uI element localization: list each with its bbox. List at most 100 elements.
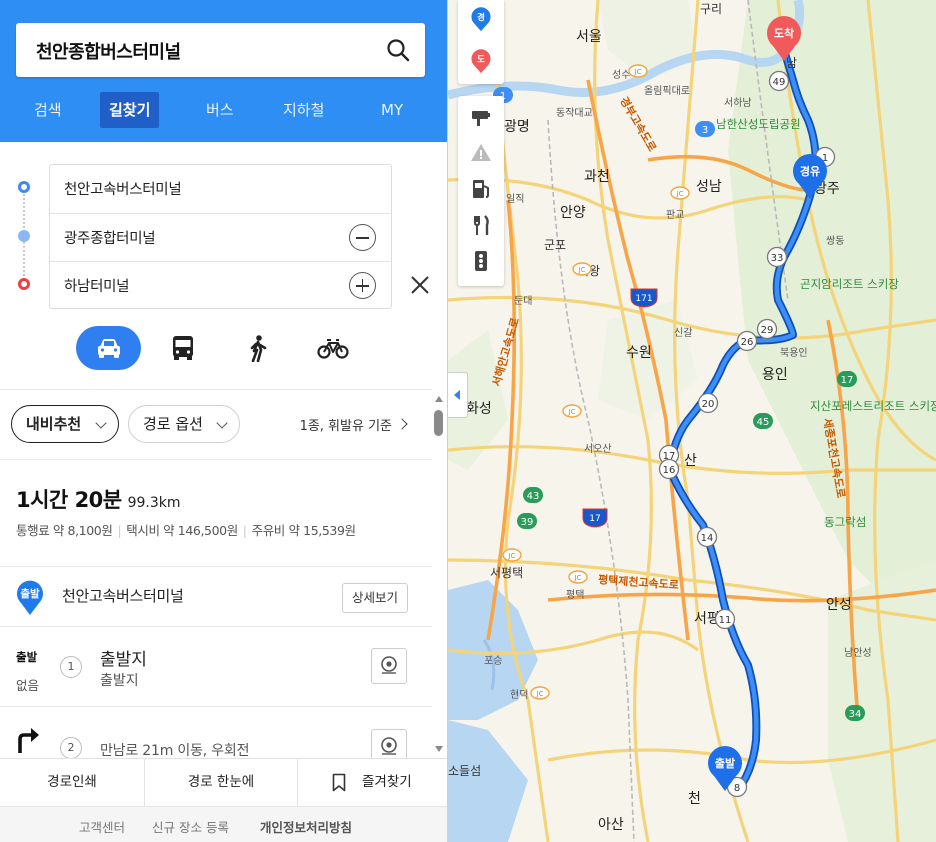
route-options-bar: 내비추천 경로 옵션 1종, 휘발유 기준 bbox=[0, 403, 432, 447]
route-overview-button[interactable]: 경로 한눈에 bbox=[145, 759, 297, 807]
map-place-label: 곤지암리조트 스키장 bbox=[800, 277, 899, 291]
route-step[interactable]: 출발 없음 1 출발지 출발지 bbox=[0, 627, 432, 707]
footer-link-support[interactable]: 고객센터 bbox=[79, 817, 125, 836]
search-input[interactable]: 천안종합버스터미널 bbox=[36, 38, 181, 64]
favorite-button[interactable]: 즐겨찾기 bbox=[298, 759, 447, 807]
collapse-panel-button[interactable] bbox=[448, 372, 468, 418]
junction-icon: JC bbox=[670, 186, 690, 200]
waypoint-via-input[interactable]: 광주종합터미널 bbox=[64, 227, 156, 248]
transport-modes bbox=[0, 326, 447, 370]
scroll-down-icon[interactable] bbox=[435, 746, 443, 752]
warning-icon[interactable] bbox=[468, 140, 494, 166]
search-box[interactable]: 천안종합버스터미널 bbox=[16, 23, 425, 77]
route-exit-marker: 49 bbox=[768, 70, 790, 92]
junction-icon: JC bbox=[628, 64, 648, 78]
fuel-basis-link[interactable]: 1종, 휘발유 기준 bbox=[300, 415, 392, 434]
svg-text:JC: JC bbox=[508, 552, 516, 560]
add-waypoint-button[interactable] bbox=[349, 272, 376, 299]
departure-pin-label: 출발 bbox=[20, 587, 40, 600]
junction-icon: JC bbox=[568, 570, 588, 584]
map-place-label: 동작대교 bbox=[556, 108, 593, 119]
tab-bus[interactable]: 버스 bbox=[206, 92, 234, 128]
waypoint-start-input[interactable]: 천안고속버스터미널 bbox=[64, 178, 182, 199]
svg-text:도착: 도착 bbox=[774, 26, 794, 40]
map-route-badges: 경 도 bbox=[458, 0, 504, 84]
recommend-dropdown[interactable]: 내비추천 bbox=[11, 405, 119, 443]
traffic-light-icon[interactable] bbox=[468, 248, 494, 274]
departure-map-pin-icon[interactable]: 출발 bbox=[706, 744, 744, 792]
arrival-pin-icon[interactable]: 도착 bbox=[765, 14, 803, 62]
end-dot-icon bbox=[18, 278, 30, 290]
via-dot-icon bbox=[18, 230, 30, 242]
junction-icon: JC bbox=[562, 404, 582, 418]
map-place-label: 일직 bbox=[506, 194, 525, 205]
route-exit-marker: 20 bbox=[697, 392, 719, 414]
remove-waypoint-button[interactable] bbox=[349, 224, 376, 251]
footer-link-new-place[interactable]: 신규 장소 등록 bbox=[152, 817, 229, 836]
tab-search[interactable]: 검색 bbox=[34, 92, 62, 128]
tab-my[interactable]: MY bbox=[381, 92, 403, 128]
map-layer-toolbar bbox=[458, 96, 504, 286]
map-view[interactable]: 구리 서울 남 성수 올림픽대로 서하남 동작대교 남한산성도립공원 광명 과천… bbox=[448, 0, 936, 842]
map-place-label: 쌍동 bbox=[826, 236, 845, 247]
step-title: 출발지 bbox=[100, 650, 147, 670]
highway-shield-icon: 43 bbox=[523, 487, 543, 503]
scroll-thumb[interactable] bbox=[434, 410, 443, 436]
waypoint-list: 천안고속버스터미널 광주종합터미널 하남터미널 bbox=[49, 164, 392, 309]
map-place-label: 평택 bbox=[566, 590, 585, 601]
app: 천안종합버스터미널 검색 길찾기 버스 지하철 MY 천안고속버스터미널 광주종… bbox=[0, 0, 936, 842]
map-place-label: 서평택 bbox=[490, 566, 524, 580]
print-route-button[interactable]: 경로인쇄 bbox=[0, 759, 144, 807]
map-place-label: 올림픽대로 bbox=[644, 86, 690, 97]
origin-name: 천안고속버스터미널 bbox=[62, 587, 184, 605]
mode-bike-button[interactable] bbox=[313, 326, 353, 370]
locate-step-button[interactable] bbox=[371, 648, 407, 684]
mode-walk-button[interactable] bbox=[242, 326, 274, 370]
detail-view-button[interactable]: 상세보기 bbox=[342, 583, 408, 613]
step-badge: 출발 bbox=[16, 650, 38, 664]
mode-car-button[interactable] bbox=[76, 326, 141, 370]
mode-bus-button[interactable] bbox=[164, 326, 202, 370]
cctv-icon[interactable] bbox=[468, 104, 494, 130]
map-place-label: 신갈 bbox=[674, 328, 693, 339]
route-summary: 1시간 20분 99.3km 통행료 약 8,100원 | 택시비 약 146,500… bbox=[16, 484, 426, 538]
junction-icon: JC bbox=[572, 262, 592, 276]
tab-subway[interactable]: 지하철 bbox=[283, 92, 324, 128]
route-exit-marker: 14 bbox=[696, 526, 718, 548]
svg-text:29: 29 bbox=[761, 325, 774, 336]
divider bbox=[0, 389, 432, 390]
junction-icon: JC bbox=[502, 548, 522, 562]
waypoint-editor: 천안고속버스터미널 광주종합터미널 하남터미널 bbox=[0, 163, 447, 309]
chevron-down-icon bbox=[95, 417, 107, 429]
restaurant-icon[interactable] bbox=[468, 212, 494, 238]
waypoint-via[interactable]: 광주종합터미널 bbox=[50, 213, 391, 261]
expressway-shield-icon: 17 bbox=[582, 508, 608, 528]
svg-text:JC: JC bbox=[568, 408, 576, 416]
waypoint-end[interactable]: 하남터미널 bbox=[50, 261, 391, 309]
scroll-up-icon[interactable] bbox=[435, 396, 443, 402]
gas-station-icon[interactable] bbox=[468, 176, 494, 202]
departure-badge-icon[interactable]: 경 bbox=[468, 6, 494, 32]
highway-shield-icon: 39 bbox=[517, 513, 537, 529]
map-place-label: 광명 bbox=[504, 119, 530, 135]
search-icon[interactable] bbox=[385, 37, 411, 63]
highway-shield-icon: 45 bbox=[753, 413, 773, 429]
junction-icon: JC bbox=[530, 686, 550, 700]
tab-bar: 검색 길찾기 버스 지하철 MY bbox=[0, 92, 447, 128]
step-badge-sub: 없음 bbox=[16, 678, 40, 693]
map-place-label: 구리 bbox=[700, 2, 723, 16]
map-place-label: 화성 bbox=[466, 401, 492, 417]
panel-scrollbar[interactable] bbox=[432, 392, 446, 758]
via-pin-icon[interactable]: 경유 bbox=[791, 152, 829, 200]
waypoint-start[interactable]: 천안고속버스터미널 bbox=[50, 165, 391, 213]
waypoint-end-input[interactable]: 하남터미널 bbox=[64, 275, 130, 296]
svg-text:39: 39 bbox=[521, 517, 534, 528]
car-icon bbox=[97, 339, 120, 358]
arrival-badge-icon[interactable]: 도 bbox=[468, 48, 494, 74]
highway-shield-icon: 17 bbox=[837, 371, 857, 387]
footer-link-privacy[interactable]: 개인정보처리방침 bbox=[260, 817, 352, 836]
tab-directions[interactable]: 길찾기 bbox=[100, 92, 160, 128]
route-options-dropdown[interactable]: 경로 옵션 bbox=[128, 405, 240, 443]
chevron-down-icon bbox=[216, 417, 228, 429]
close-icon[interactable] bbox=[408, 273, 432, 297]
